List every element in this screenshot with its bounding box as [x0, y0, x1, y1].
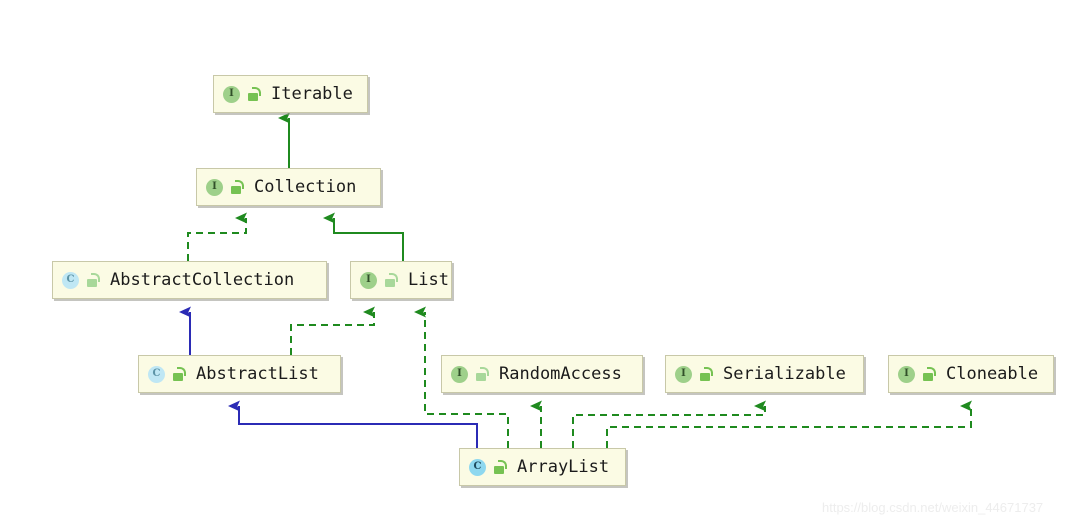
class-node-label: Collection: [254, 177, 357, 197]
class-node-collection[interactable]: I Collection: [196, 168, 381, 206]
class-node-abstractlist[interactable]: C AbstractList: [138, 355, 341, 393]
interface-badge-icon: I: [451, 365, 468, 383]
node-icons-list: I: [360, 271, 398, 289]
class-node-label: AbstractList: [196, 364, 319, 384]
edge-abstractlist-to-list: [290, 306, 375, 355]
interface-badge-icon: I: [898, 365, 915, 383]
class-node-abstractcollection[interactable]: C AbstractCollection: [52, 261, 327, 299]
class-diagram-canvas: I Iterable I Collection C AbstractCollec…: [0, 0, 1080, 527]
abstract-class-badge-icon: C: [62, 271, 79, 289]
unlocked-padlock-icon: [230, 180, 244, 194]
class-badge-icon: C: [469, 458, 486, 476]
class-node-iterable[interactable]: I Iterable: [213, 75, 368, 113]
node-icons-arraylist: C: [469, 458, 507, 476]
class-node-label: List: [408, 270, 449, 290]
edge-arraylist-to-serializable: [572, 400, 766, 448]
unlocked-padlock-icon: [699, 367, 713, 381]
class-node-label: Serializable: [723, 364, 846, 384]
node-icons-abstractlist: C: [148, 365, 186, 383]
class-node-cloneable[interactable]: I Cloneable: [888, 355, 1054, 393]
class-node-randomaccess[interactable]: I RandomAccess: [441, 355, 643, 393]
class-node-list[interactable]: I List: [350, 261, 452, 299]
unlocked-padlock-icon: [922, 367, 936, 381]
unlocked-padlock-icon: [475, 367, 489, 381]
class-node-label: Iterable: [271, 84, 353, 104]
edge-arraylist-to-cloneable: [606, 400, 972, 448]
node-icons-iterable: I: [223, 85, 261, 103]
class-node-label: ArrayList: [517, 457, 610, 477]
watermark-text: https://blog.csdn.net/weixin_44671737: [822, 500, 1044, 515]
node-icons-abstractcollection: C: [62, 271, 100, 289]
node-icons-cloneable: I: [898, 365, 936, 383]
class-node-serializable[interactable]: I Serializable: [665, 355, 864, 393]
unlocked-padlock-icon: [247, 87, 261, 101]
edge-arraylist-to-abstractlist: [228, 400, 478, 448]
interface-badge-icon: I: [206, 178, 223, 196]
class-node-label: AbstractCollection: [110, 270, 295, 290]
unlocked-padlock-icon: [86, 273, 100, 287]
abstract-class-badge-icon: C: [148, 365, 165, 383]
interface-badge-icon: I: [675, 365, 692, 383]
class-node-label: Cloneable: [946, 364, 1039, 384]
unlocked-padlock-icon: [493, 460, 507, 474]
node-icons-collection: I: [206, 178, 244, 196]
edge-abstractcollection-to-collection: [187, 212, 247, 261]
unlocked-padlock-icon: [172, 367, 186, 381]
interface-badge-icon: I: [360, 271, 377, 289]
interface-badge-icon: I: [223, 85, 240, 103]
edge-list-to-collection: [323, 212, 404, 261]
node-icons-randomaccess: I: [451, 365, 489, 383]
node-icons-serializable: I: [675, 365, 713, 383]
class-node-label: RandomAccess: [499, 364, 622, 384]
class-node-arraylist[interactable]: C ArrayList: [459, 448, 626, 486]
unlocked-padlock-icon: [384, 273, 398, 287]
